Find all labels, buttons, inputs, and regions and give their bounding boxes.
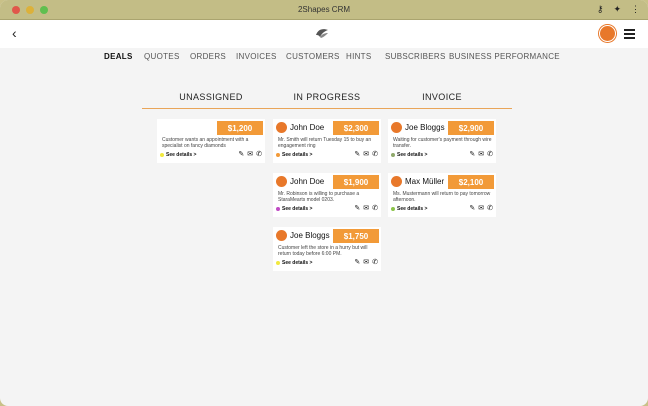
main-nav: DEALS QUOTES ORDERS INVOICES CUSTOMERS H… [0,52,648,66]
deal-price: $2,100 [448,175,494,189]
status-dot [160,153,164,157]
envelope-icon[interactable]: ✉ [363,258,369,266]
title-bar: 2Shapes CRM ⚷ ✦ ⋮ [0,0,648,20]
see-details-link[interactable]: See details > [282,260,312,266]
key-icon[interactable]: ⚷ [597,4,604,15]
deal-price: $2,300 [333,121,379,135]
deal-description: Customer wants an appointment with a spe… [162,137,249,149]
deal-card[interactable]: John Doe $2,300 Mr. Smith will return Tu… [273,119,381,163]
customer-name: Joe Bloggs [290,231,330,240]
deal-actions: ✎ ✉ ✆ [469,204,493,212]
deal-card[interactable]: John Doe $1,900 Mr. Robinson is willing … [273,173,381,217]
pencil-icon[interactable]: ✎ [354,258,360,266]
phone-icon[interactable]: ✆ [487,204,493,212]
deal-actions: ✎ ✉ ✆ [469,150,493,158]
status-dot [276,153,280,157]
deal-price: $1,750 [333,229,379,243]
pencil-icon[interactable]: ✎ [354,150,360,158]
deal-description: Ms. Mustermann will return to pay tomorr… [393,191,491,203]
see-details-link[interactable]: See details > [166,152,196,158]
phone-icon[interactable]: ✆ [372,258,378,266]
see-details-link[interactable]: See details > [282,152,312,158]
status-dot [391,153,395,157]
deal-price: $2,900 [448,121,494,135]
status-dot [276,207,280,211]
column-header-divider [142,108,512,109]
envelope-icon[interactable]: ✉ [478,204,484,212]
phone-icon[interactable]: ✆ [372,204,378,212]
deal-description: Mr. Robinson is willing to purchase a St… [278,191,360,203]
deal-actions: ✎ ✉ ✆ [354,150,378,158]
deal-price: $1,200 [217,121,263,135]
nav-tab-deals[interactable]: DEALS [104,52,133,61]
see-details-link[interactable]: See details > [397,206,427,212]
deal-description: Customer left the store in a hurry but w… [278,245,368,257]
nav-tab-customers[interactable]: CUSTOMERS [286,52,340,61]
app-window: 2Shapes CRM ⚷ ✦ ⋮ ‹ DEALS QUOTES ORDERS … [0,0,648,406]
see-details-link[interactable]: See details > [282,206,312,212]
hamburger-menu-icon[interactable] [624,29,635,41]
nav-tab-business-performance[interactable]: BUSINESS PERFORMANCE [449,52,560,61]
column-header-invoice: INVOICE [422,92,462,102]
envelope-icon[interactable]: ✉ [478,150,484,158]
nav-tab-orders[interactable]: ORDERS [190,52,226,61]
customer-name: Joe Bloggs [405,123,445,132]
see-details-link[interactable]: See details > [397,152,427,158]
envelope-icon[interactable]: ✉ [363,150,369,158]
window-title: 2Shapes CRM [297,5,351,14]
user-avatar[interactable] [599,25,616,42]
deal-description: Mr. Smith will return Tuesday 15 to buy … [278,137,372,149]
app-bar: ‹ [0,20,648,48]
phone-icon[interactable]: ✆ [487,150,493,158]
column-header-in-progress: IN PROGRESS [293,92,361,102]
pencil-icon[interactable]: ✎ [354,204,360,212]
nav-tab-subscribers[interactable]: SUBSCRIBERS [385,52,446,61]
customer-name: John Doe [290,123,325,132]
column-header-unassigned: UNASSIGNED [179,92,243,102]
phone-icon[interactable]: ✆ [372,150,378,158]
pencil-icon[interactable]: ✎ [238,150,244,158]
deal-actions: ✎ ✉ ✆ [354,258,378,266]
deal-price: $1,900 [333,175,379,189]
status-dot [276,261,280,265]
customer-avatar [391,176,402,187]
pencil-icon[interactable]: ✎ [469,150,475,158]
app-logo-icon [316,29,328,38]
envelope-icon[interactable]: ✉ [363,204,369,212]
deal-card[interactable]: Joe Bloggs $1,750 Customer left the stor… [273,227,381,271]
pencil-icon[interactable]: ✎ [469,204,475,212]
deal-card[interactable]: Joe Bloggs $2,900 Waiting for customer's… [388,119,496,163]
more-vertical-icon[interactable]: ⋮ [631,4,640,15]
title-icons: ⚷ ✦ ⋮ [597,4,640,15]
deal-actions: ✎ ✉ ✆ [238,150,262,158]
customer-avatar [276,230,287,241]
customer-avatar [276,176,287,187]
nav-tab-hints[interactable]: HINTS [346,52,372,61]
deal-card[interactable]: Max Müller $2,100 Ms. Mustermann will re… [388,173,496,217]
phone-icon[interactable]: ✆ [256,150,262,158]
puzzle-icon[interactable]: ✦ [613,4,621,15]
nav-tab-invoices[interactable]: INVOICES [236,52,277,61]
customer-avatar [391,122,402,133]
nav-tab-quotes[interactable]: QUOTES [144,52,180,61]
envelope-icon[interactable]: ✉ [247,150,253,158]
deal-description: Waiting for customer's payment through w… [393,137,492,149]
customer-name: John Doe [290,177,325,186]
status-dot [391,207,395,211]
deal-card[interactable]: $1,200 Customer wants an appointment wit… [157,119,265,163]
deal-actions: ✎ ✉ ✆ [354,204,378,212]
customer-name: Max Müller [405,177,445,186]
customer-avatar [276,122,287,133]
back-arrow-icon[interactable]: ‹ [12,25,17,41]
